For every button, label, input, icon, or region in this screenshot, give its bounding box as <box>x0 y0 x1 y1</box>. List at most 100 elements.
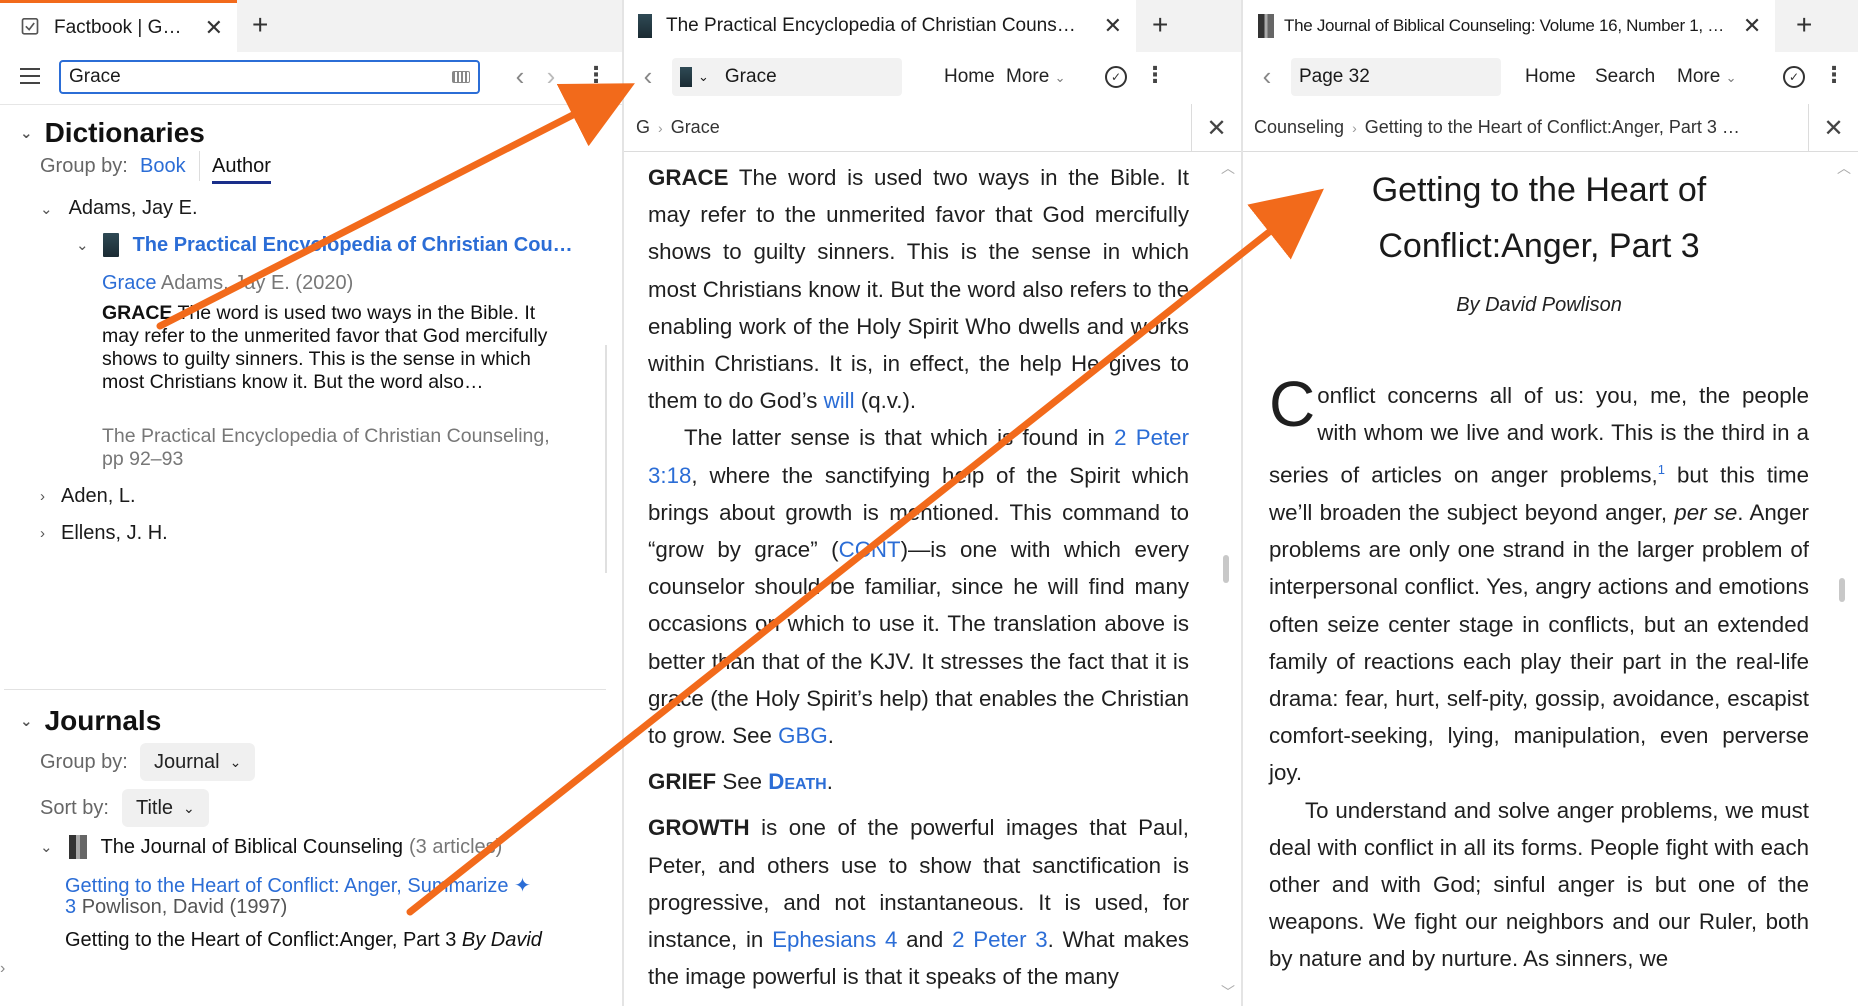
encyclopedia-text: GRACE The word is used two ways in the B… <box>648 159 1189 995</box>
breadcrumb-item[interactable]: Getting to the Heart of Conflict:Anger, … <box>1365 117 1740 138</box>
new-tab-button[interactable]: + <box>252 10 268 40</box>
tab-encyclopedia[interactable]: The Practical Encyclopedia of Christian … <box>624 0 1136 52</box>
factbook-toolbar: Grace ‹ › ⋮ <box>0 52 622 102</box>
journal-jbc[interactable]: ⌄ The Journal of Biblical Counseling (3 … <box>40 835 502 859</box>
more-menu-button[interactable]: More ⌄ <box>1677 66 1736 88</box>
article-meta: Powlison, David (1997) <box>81 896 288 918</box>
keyboard-icon[interactable] <box>452 71 470 83</box>
dictionaries-section-header[interactable]: ⌄ Dictionaries <box>20 117 205 149</box>
tab-bar: Factbook | Grace ✕ + <box>0 0 622 52</box>
article-text: Conflict concerns all of us: you, me, th… <box>1269 368 1809 978</box>
summarize-label: Summarize <box>407 875 509 897</box>
breadcrumb: Counseling › Getting to the Heart of Con… <box>1243 104 1858 152</box>
breadcrumb-item[interactable]: Grace <box>671 117 720 138</box>
section-divider <box>4 689 606 690</box>
headword: GRIEF <box>648 769 717 795</box>
journals-section-header[interactable]: ⌄ Journals <box>20 705 161 737</box>
scrollbar-thumb[interactable] <box>1223 555 1229 583</box>
link-death[interactable]: Death <box>768 769 826 794</box>
breadcrumb-item[interactable]: G <box>636 117 650 138</box>
scroll-up-icon[interactable]: ︿ <box>1837 158 1851 178</box>
close-tab-icon[interactable]: ✕ <box>1104 13 1122 39</box>
entry-meta: Adams, Jay E. (2020) <box>160 272 354 294</box>
search-button[interactable]: Search <box>1595 66 1655 88</box>
paragraph: GRIEF See Death. <box>648 769 833 795</box>
chevron-down-icon: ⌄ <box>698 69 709 84</box>
article-link[interactable]: Getting to the Heart of Conflict: Anger, <box>65 875 402 897</box>
chevron-down-icon: ⌄ <box>20 713 33 730</box>
entry-snippet: GRACE The word is used two ways in the B… <box>102 302 562 394</box>
back-arrow-icon[interactable]: ‹ <box>634 62 662 90</box>
breadcrumb-item[interactable]: Counseling <box>1254 117 1344 138</box>
sparkle-icon: ✦ <box>514 875 531 897</box>
factbook-icon <box>21 17 39 35</box>
entry-grace-link[interactable]: Grace <box>102 272 156 294</box>
scroll-down-icon[interactable]: ﹀ <box>1221 982 1235 1002</box>
close-breadcrumb-icon[interactable]: ✕ <box>1191 104 1241 152</box>
author-aden[interactable]: › Aden, L. <box>40 485 136 508</box>
chevron-down-icon: ⌄ <box>40 200 53 218</box>
headword: GRACE <box>648 165 729 190</box>
reference-value: Grace <box>724 66 777 87</box>
snippet-headword: GRACE <box>102 302 173 324</box>
resource-toolbar: ‹ ⌄ Grace Home More ⌄ ✓ ⋮ <box>624 52 1241 102</box>
journal-title: The Journal of Biblical Counseling <box>100 835 403 858</box>
author-ellens[interactable]: › Ellens, J. H. <box>40 522 168 545</box>
drop-cap: C <box>1269 368 1316 440</box>
group-by-dropdown[interactable]: Journal ⌄ <box>140 743 256 781</box>
author-name: Adams, Jay E. <box>68 197 198 219</box>
page-reference-box[interactable]: Page 32 <box>1291 58 1501 96</box>
more-options-icon[interactable]: ⋮ <box>1144 62 1166 88</box>
tab-journal[interactable]: The Journal of Biblical Counseling: Volu… <box>1243 0 1775 52</box>
scrollbar-thumb[interactable] <box>1839 578 1845 602</box>
book-title-link[interactable]: The Practical Encyclopedia of Christian … <box>133 234 573 257</box>
collapse-handle-icon[interactable]: › <box>0 960 5 978</box>
close-breadcrumb-icon[interactable]: ✕ <box>1808 104 1858 151</box>
paragraph: The latter sense is that which is found … <box>648 419 1189 754</box>
more-menu-button[interactable]: More ⌄ <box>1006 66 1065 88</box>
forward-arrow-icon[interactable]: › <box>537 62 565 90</box>
more-options-icon[interactable]: ⋮ <box>585 62 607 88</box>
search-input[interactable]: Grace <box>59 60 480 94</box>
link-gbg[interactable]: GBG <box>778 723 828 748</box>
sync-check-icon[interactable]: ✓ <box>1105 66 1127 88</box>
reference-box[interactable]: ⌄ Grace <box>672 58 902 96</box>
author-name: Aden, L. <box>61 485 136 507</box>
more-options-icon[interactable]: ⋮ <box>1823 62 1845 88</box>
scroll-up-icon[interactable]: ︿ <box>1221 158 1235 178</box>
paragraph: GRACE The word is used two ways in the B… <box>648 159 1189 419</box>
new-tab-button[interactable]: + <box>1152 10 1168 40</box>
new-tab-button[interactable]: + <box>1796 10 1812 40</box>
group-by-book-option[interactable]: Book <box>140 155 186 178</box>
back-arrow-icon[interactable]: ‹ <box>506 62 534 90</box>
chevron-down-icon: ⌄ <box>1725 70 1737 85</box>
link-2peter-3[interactable]: 2 Peter 3 <box>952 927 1048 952</box>
sort-by-dropdown[interactable]: Title ⌄ <box>122 789 209 827</box>
link-ccnt[interactable]: CCNT <box>839 537 901 562</box>
article-link-continued[interactable]: 3 <box>65 896 76 918</box>
book-practical-encyclopedia[interactable]: ⌄ The Practical Encyclopedia of Christia… <box>76 233 573 257</box>
tab-bar: The Practical Encyclopedia of Christian … <box>624 0 1241 52</box>
group-by-label: Group by: <box>40 155 128 177</box>
chevron-down-icon: ⌄ <box>229 753 242 770</box>
group-by-author-option[interactable]: Author <box>212 155 271 184</box>
home-button[interactable]: Home <box>1525 66 1576 88</box>
menu-icon[interactable] <box>20 68 40 84</box>
footnote-link[interactable]: 1 <box>1658 462 1665 477</box>
home-button[interactable]: Home <box>944 66 995 88</box>
article-link-line: Getting to the Heart of Conflict: Anger,… <box>65 873 531 898</box>
close-tab-icon[interactable]: ✕ <box>1743 13 1761 39</box>
section-scrollbar[interactable] <box>605 345 607 573</box>
link-will[interactable]: will <box>824 388 855 413</box>
tab-factbook[interactable]: Factbook | Grace ✕ <box>0 0 237 52</box>
sync-check-icon[interactable]: ✓ <box>1783 66 1805 88</box>
author-adams[interactable]: ⌄ Adams, Jay E. <box>40 197 198 220</box>
close-tab-icon[interactable]: ✕ <box>205 15 223 41</box>
back-arrow-icon[interactable]: ‹ <box>1253 62 1281 90</box>
summarize-button[interactable]: Summarize ✦ <box>407 875 530 897</box>
tab-title: The Practical Encyclopedia of Christian … <box>666 15 1082 36</box>
book-cover-icon <box>638 14 652 38</box>
link-ephesians-4[interactable]: Ephesians 4 <box>772 927 897 952</box>
article-preview-line: Getting to the Heart of Conflict:Anger, … <box>65 929 542 952</box>
chevron-down-icon: ⌄ <box>76 237 89 254</box>
